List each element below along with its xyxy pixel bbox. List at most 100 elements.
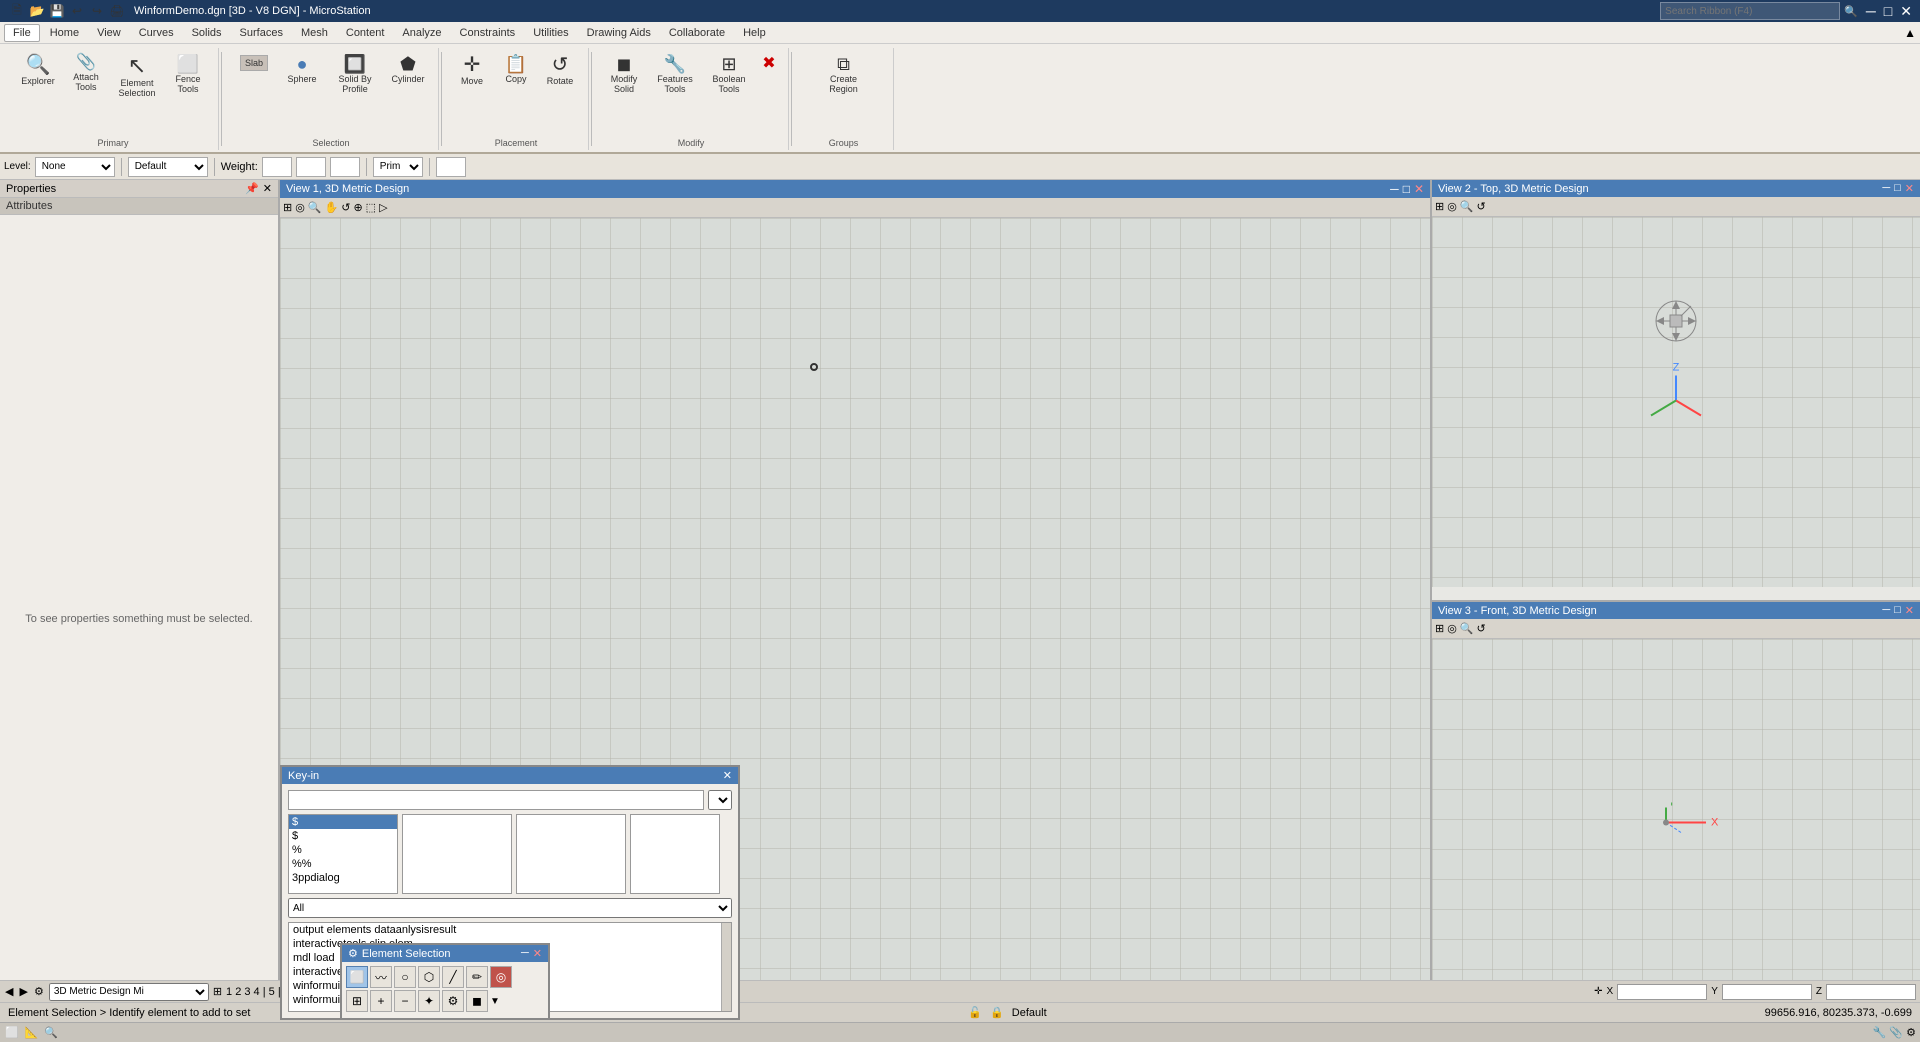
sel-circle-btn[interactable]: ○ [394, 966, 416, 988]
taskbar-icon2[interactable]: 📐 [24, 1025, 40, 1040]
v1-element-btn[interactable]: ▷ [378, 200, 388, 215]
keyin-filter-dropdown[interactable]: All [288, 898, 732, 918]
boolean-tools-btn[interactable]: ⊞ BooleanTools [704, 52, 754, 97]
model-dropdown[interactable]: 3D Metric Design Mi [49, 983, 209, 1001]
close-btn[interactable]: ✕ [1900, 3, 1912, 20]
keyin-item[interactable]: %% [289, 857, 397, 871]
keyin-list4[interactable] [630, 814, 720, 894]
view1-close-btn[interactable]: ✕ [1414, 182, 1424, 196]
v1-fence-btn[interactable]: ⬚ [365, 200, 377, 215]
element-selection-btn[interactable]: ↖ ElementSelection [112, 52, 162, 101]
sel-pencil-btn[interactable]: ✏ [466, 966, 488, 988]
keyin-item[interactable]: $ [289, 815, 397, 829]
nav-settings-btn[interactable]: ⚙ [33, 984, 45, 999]
sel-settings-btn[interactable]: ⚙ [442, 990, 464, 1012]
style-dropdown[interactable]: Prim [373, 157, 423, 177]
view2-canvas[interactable]: Z [1432, 217, 1920, 587]
keyin-input[interactable]: winformuiintroduction copy elemwithfilte… [288, 790, 704, 810]
menu-home[interactable]: Home [42, 25, 87, 41]
sel-target-btn[interactable]: ◎ [490, 966, 512, 988]
v3-fit-btn[interactable]: ◎ [1446, 621, 1458, 636]
menu-analyze[interactable]: Analyze [394, 25, 449, 41]
sel-invert-btn[interactable]: ✦ [418, 990, 440, 1012]
weight-input-0[interactable]: 0 [262, 157, 292, 177]
v2-fit-btn[interactable]: ◎ [1446, 199, 1458, 214]
cylinder-btn[interactable]: ⬟ Cylinder [386, 52, 430, 87]
sel-apply-btn[interactable]: ◼ [466, 990, 488, 1012]
keyin-list2[interactable] [402, 814, 512, 894]
sel-rect-btn[interactable]: ⬜ [346, 966, 368, 988]
menu-content[interactable]: Content [338, 25, 393, 41]
view3-restore-btn[interactable]: □ [1894, 604, 1901, 617]
undo-btn[interactable]: ↩ [68, 2, 86, 20]
menu-curves[interactable]: Curves [131, 25, 182, 41]
restore-btn[interactable]: □ [1884, 3, 1892, 19]
menu-view[interactable]: View [89, 25, 129, 41]
features-tools-btn[interactable]: 🔧 FeaturesTools [650, 52, 700, 97]
v3-rotate-btn[interactable]: ↺ [1476, 621, 1487, 636]
view2-restore-btn[interactable]: □ [1894, 182, 1901, 195]
nav-back-btn[interactable]: ◀ [4, 984, 14, 999]
create-region-btn[interactable]: ⧉ CreateRegion [819, 52, 869, 97]
menu-constraints[interactable]: Constraints [452, 25, 524, 41]
v2-zoom-btn[interactable]: 🔍 [1459, 199, 1475, 214]
v2-rotate-btn[interactable]: ↺ [1476, 199, 1487, 214]
nav-forward-btn[interactable]: ▶ [18, 984, 28, 999]
taskbar-icon1[interactable]: ⬜ [4, 1025, 20, 1040]
keyin-item[interactable]: $ [289, 829, 397, 843]
view3-canvas[interactable]: X Y [1432, 639, 1920, 1009]
sphere-btn[interactable]: ● Sphere [280, 52, 324, 87]
keyin-list3[interactable] [516, 814, 626, 894]
print-btn[interactable]: 🖨 [108, 2, 126, 20]
v1-snap-btn[interactable]: ⊕ [352, 200, 363, 215]
v3-zoom-btn[interactable]: 🔍 [1459, 621, 1475, 636]
weight-input-1[interactable]: 0 [296, 157, 326, 177]
explorer-btn[interactable]: 🔍 Explorer [16, 52, 60, 89]
new-btn[interactable]: 🗎 [8, 2, 26, 20]
menu-file[interactable]: File [4, 24, 40, 42]
keyin-close-btn[interactable]: ✕ [723, 769, 732, 782]
keyin-scrollbar[interactable] [721, 923, 731, 1011]
minimize-btn[interactable]: ─ [1866, 3, 1876, 19]
v1-home-btn[interactable]: ⊞ [282, 200, 293, 215]
keyin-list1[interactable]: $ $ % %% 3ppdialog [288, 814, 398, 894]
copy-btn[interactable]: 📋 Copy [496, 52, 536, 87]
rotate-btn[interactable]: ↺ Rotate [540, 52, 580, 89]
menu-solids[interactable]: Solids [184, 25, 230, 41]
search-icon[interactable]: 🔍 [1844, 5, 1858, 18]
y-coord-input[interactable]: 79713.436 [1722, 984, 1812, 1000]
view1-minimize-btn[interactable]: ─ [1390, 182, 1399, 196]
sel-lasso-btn[interactable]: 〰 [370, 966, 392, 988]
elem-sel-minimize-btn[interactable]: ─ [521, 947, 529, 960]
sel-mode-btn[interactable]: ⊞ [346, 990, 368, 1012]
v3-home-btn[interactable]: ⊞ [1434, 621, 1445, 636]
menu-mesh[interactable]: Mesh [293, 25, 336, 41]
delete-modify-btn[interactable]: ✖ [758, 52, 780, 74]
v1-fit-btn[interactable]: ◎ [294, 200, 306, 215]
solid-profile-btn[interactable]: 🔲 Solid ByProfile [328, 52, 382, 97]
view3-close-btn[interactable]: ✕ [1905, 604, 1914, 617]
search-ribbon-input[interactable] [1660, 2, 1840, 20]
properties-close-btn[interactable]: ✕ [263, 182, 272, 195]
weight-input-2[interactable]: 0 [330, 157, 360, 177]
save-btn[interactable]: 💾 [48, 2, 66, 20]
v1-rotate-btn[interactable]: ↺ [340, 200, 351, 215]
menu-collaborate[interactable]: Collaborate [661, 25, 733, 41]
move-btn[interactable]: ✛ Move [452, 52, 492, 89]
view2-close-btn[interactable]: ✕ [1905, 182, 1914, 195]
sel-polygon-btn[interactable]: ⬡ [418, 966, 440, 988]
v1-zoom-btn[interactable]: 🔍 [307, 200, 323, 215]
level-dropdown[interactable]: None [35, 157, 115, 177]
sel-line-btn[interactable]: ╱ [442, 966, 464, 988]
menu-drawing-aids[interactable]: Drawing Aids [579, 25, 659, 41]
keyin-item[interactable]: 3ppdialog [289, 871, 397, 885]
slab-btn[interactable]: Slab [232, 52, 276, 75]
fence-tools-btn[interactable]: ⬜ FenceTools [166, 52, 210, 97]
elem-sel-expand-btn[interactable]: ▼ [490, 996, 500, 1007]
redo-btn[interactable]: ↪ [88, 2, 106, 20]
transparency-input[interactable]: 0 [436, 157, 466, 177]
keyin-dropdown-btn[interactable] [708, 790, 732, 810]
sel-add-btn[interactable]: + [370, 990, 392, 1012]
view1-restore-btn[interactable]: □ [1403, 182, 1410, 196]
taskbar-icon3[interactable]: 🔍 [43, 1025, 59, 1040]
